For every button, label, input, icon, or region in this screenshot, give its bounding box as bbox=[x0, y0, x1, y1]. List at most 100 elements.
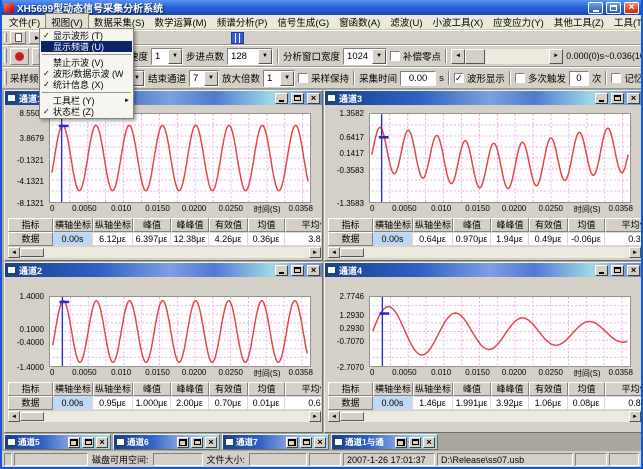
columns-view-button[interactable] bbox=[231, 32, 244, 44]
multi-trigger-checkbox[interactable] bbox=[515, 73, 525, 83]
table-header-cell[interactable]: 横轴坐标 bbox=[53, 382, 93, 396]
channel-maximize-button[interactable] bbox=[291, 265, 304, 276]
row-header-cell[interactable]: 数据 bbox=[328, 232, 373, 246]
table-header-cell[interactable]: 峰值 bbox=[453, 218, 491, 232]
table-header-cell[interactable]: 有效值 bbox=[209, 218, 248, 232]
table-header-cell[interactable]: 有效值 bbox=[529, 382, 568, 396]
row-header-cell[interactable]: 数据 bbox=[328, 396, 373, 410]
table-header-cell[interactable]: 横轴坐标 bbox=[53, 218, 93, 232]
channel-minimize-button[interactable] bbox=[595, 93, 608, 104]
minimized-maximize-button[interactable] bbox=[191, 437, 203, 448]
table-header-cell[interactable]: 平均值 bbox=[285, 218, 321, 232]
waveform-plot[interactable] bbox=[49, 296, 311, 367]
channel-minimize-button[interactable] bbox=[595, 265, 608, 276]
menu-item-spectrum[interactable]: 频谱分析(P) bbox=[212, 14, 273, 30]
scroll-left-icon[interactable]: ◄ bbox=[328, 411, 340, 422]
waveform-plot[interactable] bbox=[369, 296, 631, 367]
minimized-close-button[interactable]: × bbox=[423, 437, 435, 448]
waveform-plot[interactable] bbox=[49, 113, 311, 203]
scroll-left-icon[interactable]: ◄ bbox=[328, 247, 340, 258]
toolbar-grip[interactable] bbox=[4, 49, 7, 63]
minimized-restore-button[interactable] bbox=[177, 437, 189, 448]
minimized-window-3[interactable]: 通道7× bbox=[222, 434, 329, 450]
sample-hold-checkbox[interactable] bbox=[298, 73, 308, 83]
end-channel-combobox[interactable]: 7 ▼ bbox=[189, 70, 219, 87]
table-header-cell[interactable]: 峰值 bbox=[453, 382, 491, 396]
channel-close-button[interactable]: × bbox=[307, 265, 320, 276]
table-header-cell[interactable]: 指标 bbox=[8, 218, 53, 232]
window-width-combobox[interactable]: 1024 ▼ bbox=[343, 48, 387, 65]
channel-close-button[interactable]: × bbox=[627, 93, 640, 104]
table-h-scrollbar[interactable]: ◄ ► bbox=[8, 411, 321, 422]
scroll-right-icon[interactable]: ► bbox=[549, 49, 563, 64]
waveform-plot-area[interactable]: 8.55053.8679-0.1321-4.1321-8.1321 00.005… bbox=[49, 113, 311, 214]
channel-titlebar[interactable]: 通道3 × bbox=[325, 91, 642, 105]
minimized-maximize-button[interactable] bbox=[409, 437, 421, 448]
scrollbar-thumb[interactable] bbox=[20, 248, 44, 257]
channel-titlebar[interactable]: 通道4 × bbox=[325, 263, 642, 277]
minimized-close-button[interactable]: × bbox=[314, 437, 326, 448]
channel-maximize-button[interactable] bbox=[611, 265, 624, 276]
minimized-close-button[interactable]: × bbox=[96, 437, 108, 448]
minimized-window-2[interactable]: 通道6× bbox=[113, 434, 220, 450]
minimized-restore-button[interactable] bbox=[286, 437, 298, 448]
play-speed-combobox[interactable]: 1 ▼ bbox=[151, 48, 183, 65]
scrollbar-thumb[interactable] bbox=[340, 412, 364, 421]
minimize-button[interactable] bbox=[588, 2, 603, 14]
gain-combobox[interactable]: 1 ▼ bbox=[263, 70, 295, 87]
table-header-cell[interactable]: 指标 bbox=[328, 218, 373, 232]
table-header-cell[interactable]: 指标 bbox=[8, 382, 53, 396]
scroll-right-icon[interactable]: ► bbox=[309, 411, 321, 422]
minimized-restore-button[interactable] bbox=[395, 437, 407, 448]
table-header-cell[interactable]: 峰峰值 bbox=[491, 218, 529, 232]
scroll-right-icon[interactable]: ► bbox=[309, 247, 321, 258]
channel-maximize-button[interactable] bbox=[611, 93, 624, 104]
table-header-cell[interactable]: 均值 bbox=[248, 382, 285, 396]
table-header-cell[interactable]: 峰峰值 bbox=[171, 382, 209, 396]
chevron-down-icon[interactable]: ▼ bbox=[258, 49, 272, 64]
table-header-cell[interactable]: 纵轴坐标 bbox=[93, 218, 133, 232]
table-h-scrollbar[interactable]: ◄ ► bbox=[8, 247, 321, 258]
table-header-cell[interactable]: 峰峰值 bbox=[491, 382, 529, 396]
scroll-right-icon[interactable]: ► bbox=[629, 247, 641, 258]
memory-trigger-checkbox[interactable] bbox=[611, 73, 621, 83]
minimized-window-1[interactable]: 通道5× bbox=[4, 434, 111, 450]
table-header-cell[interactable]: 平均值 bbox=[605, 382, 641, 396]
row-header-cell[interactable]: 数据 bbox=[8, 232, 53, 246]
table-header-cell[interactable]: 横轴坐标 bbox=[373, 382, 413, 396]
zero-comp-checkbox[interactable] bbox=[390, 51, 400, 61]
menu-item-filter[interactable]: 滤波(U) bbox=[385, 14, 427, 30]
toolbar-grip[interactable] bbox=[4, 33, 7, 42]
channel-close-button[interactable]: × bbox=[307, 93, 320, 104]
popup-item-stats-info[interactable]: ✓统计信息 (X) bbox=[41, 79, 132, 90]
table-header-cell[interactable]: 峰峰值 bbox=[171, 218, 209, 232]
multi-trigger-input[interactable]: 0 bbox=[569, 71, 589, 86]
table-header-cell[interactable]: 平均值 bbox=[605, 218, 641, 232]
scrollbar-track[interactable] bbox=[340, 411, 629, 422]
table-header-cell[interactable]: 纵轴坐标 bbox=[413, 382, 453, 396]
table-header-cell[interactable]: 均值 bbox=[248, 218, 285, 232]
position-scrollbar[interactable]: ◄ ► bbox=[451, 49, 563, 64]
scrollbar-track[interactable] bbox=[465, 49, 549, 64]
scrollbar-track[interactable] bbox=[20, 247, 309, 258]
table-header-cell[interactable]: 纵轴坐标 bbox=[93, 382, 133, 396]
scrollbar-track[interactable] bbox=[340, 247, 629, 258]
scroll-left-icon[interactable]: ◄ bbox=[8, 247, 20, 258]
scrollbar-thumb[interactable] bbox=[340, 248, 364, 257]
channel-minimize-button[interactable] bbox=[275, 265, 288, 276]
table-header-cell[interactable]: 指标 bbox=[328, 382, 373, 396]
table-header-cell[interactable]: 有效值 bbox=[209, 382, 248, 396]
scrollbar-thumb[interactable] bbox=[465, 49, 485, 64]
step-points-combobox[interactable]: 128 ▼ bbox=[227, 48, 273, 65]
menu-item-strain-stress[interactable]: 应变应力(Y) bbox=[488, 14, 549, 30]
table-header-cell[interactable]: 峰值 bbox=[133, 382, 171, 396]
minimized-window-4[interactable]: 通道1与通× bbox=[331, 434, 438, 450]
waveform-plot-area[interactable]: 2.77461.29300.2930-0.7070-2.7070 00.0050… bbox=[369, 296, 631, 378]
waveform-plot-area[interactable]: 1.35820.64170.1417-0.3583-1.3583 00.0050… bbox=[369, 113, 631, 214]
chevron-down-icon[interactable]: ▼ bbox=[372, 49, 386, 64]
menu-item-wavelet[interactable]: 小波工具(X) bbox=[428, 14, 489, 30]
scroll-right-icon[interactable]: ► bbox=[629, 411, 641, 422]
maximize-button[interactable] bbox=[606, 2, 621, 14]
scroll-left-icon[interactable]: ◄ bbox=[451, 49, 465, 64]
table-header-cell[interactable]: 纵轴坐标 bbox=[413, 218, 453, 232]
